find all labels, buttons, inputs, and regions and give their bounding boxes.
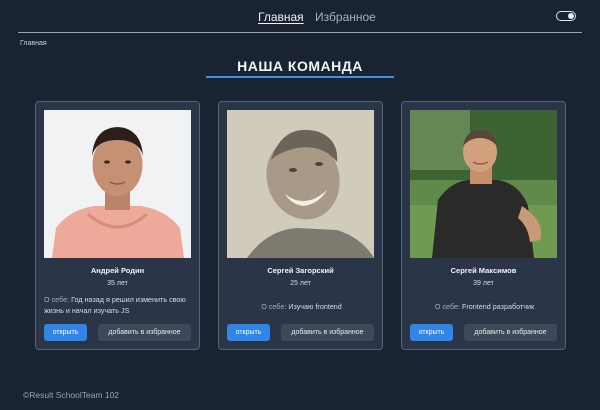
about-text: Изучаю frontend xyxy=(288,302,342,311)
add-to-favorites-button[interactable]: добавить в избранное xyxy=(281,324,374,341)
nav-link-home[interactable]: Главная xyxy=(258,10,304,24)
toggle-knob xyxy=(568,13,574,19)
member-name: Андрей Родин xyxy=(90,266,145,275)
top-header: Главная Избранное xyxy=(18,0,582,33)
member-photo xyxy=(44,110,191,258)
member-name: Сергей Максимов xyxy=(450,266,517,275)
member-card: Андрей Родин 35 лет О себе: Год назад я … xyxy=(35,101,200,350)
member-card: Сергей Загорский 25 лет О себе: Изучаю f… xyxy=(218,101,383,350)
member-name: Сергей Загорский xyxy=(267,266,334,275)
title-underline xyxy=(206,76,394,78)
breadcrumb: Главная xyxy=(20,40,47,47)
member-about: О себе: Изучаю frontend xyxy=(227,301,376,312)
member-age: 35 лет xyxy=(107,280,128,287)
about-label: О себе: xyxy=(261,302,287,311)
member-card: Сергей Максимов 39 лет О себе: Frontend … xyxy=(401,101,566,350)
member-photo xyxy=(410,110,557,258)
member-photo xyxy=(227,110,374,258)
add-to-favorites-button[interactable]: добавить в избранное xyxy=(464,324,557,341)
main-nav: Главная Избранное xyxy=(258,10,376,24)
nav-link-favorites[interactable]: Избранное xyxy=(315,10,376,24)
about-label: О себе: xyxy=(434,302,460,311)
add-to-favorites-button[interactable]: добавить в избранное xyxy=(98,324,191,341)
about-label: О себе: xyxy=(44,295,70,304)
member-age: 39 лет xyxy=(473,280,494,287)
theme-toggle[interactable] xyxy=(556,11,576,21)
member-age: 25 лет xyxy=(290,280,311,287)
footer-copyright: ©Result SchoolTeam 102 xyxy=(23,390,120,400)
member-about: О себе: Год назад я решил изменить свою … xyxy=(44,294,193,316)
open-button[interactable]: открыть xyxy=(227,324,270,341)
open-button[interactable]: открыть xyxy=(44,324,87,341)
about-text: Frontend разработчик xyxy=(462,302,535,311)
page-title: НАША КОМАНДА xyxy=(237,58,363,74)
member-about: О себе: Frontend разработчик xyxy=(410,301,559,312)
open-button[interactable]: открыть xyxy=(410,324,453,341)
